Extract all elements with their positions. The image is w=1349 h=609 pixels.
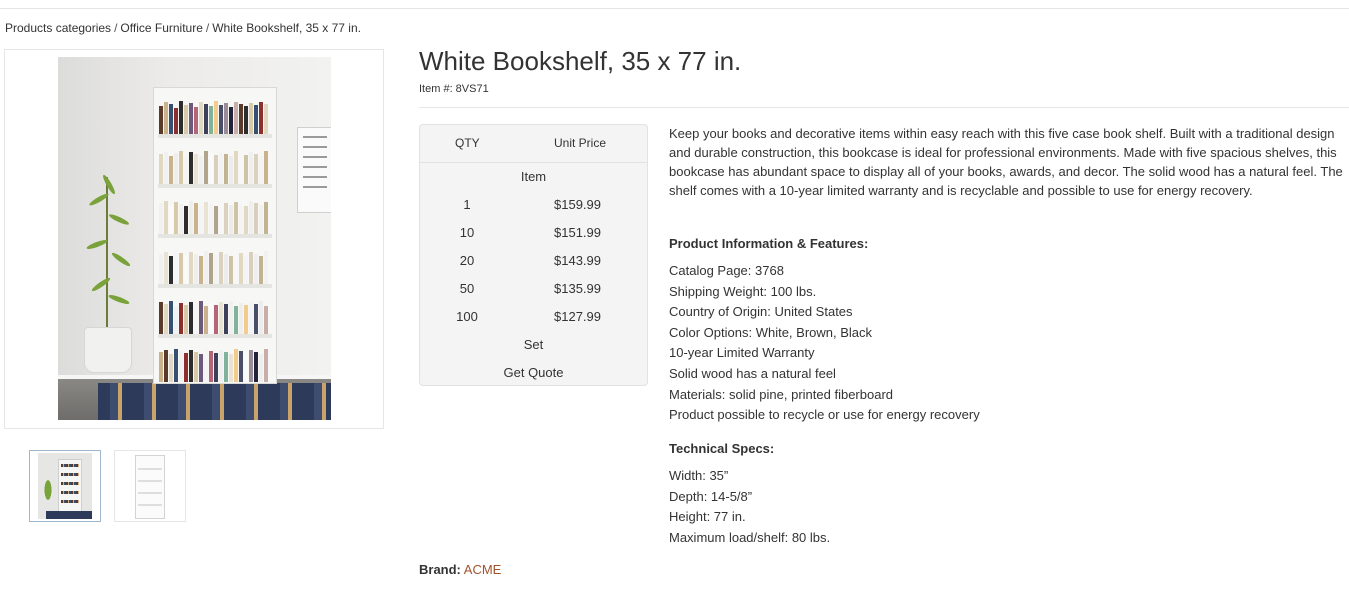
specs-list-item: Width: 35”: [669, 468, 729, 483]
price-row-qty: 50: [459, 281, 475, 296]
shelf: [158, 134, 272, 138]
breadcrumb-separator: /: [205, 21, 210, 35]
price-row-price: $143.99: [554, 253, 601, 268]
breadcrumb: Products categories / Office Furniture / Whi…: [5, 21, 361, 35]
breadcrumb-link-office-furniture[interactable]: Office Furniture: [120, 21, 202, 35]
room-scene-image: [58, 57, 331, 420]
price-row-price: $159.99: [554, 197, 601, 212]
thumbnail-image: [38, 453, 92, 519]
title-divider: [419, 107, 1349, 108]
mini-bookcase: [58, 459, 82, 513]
price-row-qty: 100: [456, 309, 478, 324]
mini-books: [61, 491, 79, 494]
shelf: [158, 334, 272, 338]
price-table: QTY Unit Price Item 1 $159.99 10 $151.99…: [419, 124, 648, 386]
qty-header: QTY: [455, 136, 480, 150]
shelf: [158, 234, 272, 238]
breadcrumb-current: White Bookshelf, 35 x 77 in.: [212, 21, 361, 35]
books-row: [159, 250, 268, 284]
specs-list-item: Height: 77 in.: [669, 509, 746, 525]
books-row: [159, 200, 268, 234]
mini-books: [61, 464, 79, 467]
features-list-item: Solid wood has a natural feel: [669, 365, 836, 381]
price-row-qty: 1: [463, 197, 471, 212]
thumbnail-plain-shelf[interactable]: [114, 450, 186, 522]
specs-title: Technical Specs:: [669, 441, 775, 456]
shelf: [158, 184, 272, 188]
wall-frame-picture: [297, 127, 331, 213]
mini-rug: [46, 511, 92, 519]
features-list-item: Product possible to recycle or use for e…: [669, 407, 980, 423]
features-title: Product Information & Features:: [669, 236, 869, 251]
mini-books: [61, 473, 79, 476]
specs-list-item: Depth: 14-5/8”: [669, 488, 753, 504]
breadcrumb-link-products-categories[interactable]: Products categories: [5, 21, 111, 35]
books-row: [159, 150, 268, 184]
get-quote-link[interactable]: Get Quote: [420, 365, 647, 380]
unit-price-header: Unit Price: [554, 136, 607, 150]
plant-stem: [106, 177, 108, 329]
specs-list-item: Maximum load/shelf: 80 lbs.: [669, 529, 831, 545]
features-list-item: Color Options: White, Brown, Black: [669, 324, 873, 340]
features-list-item: Shipping Weight: 100 lbs.: [669, 283, 817, 299]
breadcrumb-separator: /: [114, 21, 118, 35]
price-set-label: Set: [523, 337, 544, 352]
price-group-label: Item: [520, 169, 547, 184]
plant-pot: [84, 327, 132, 373]
price-row-qty: 20: [459, 253, 475, 268]
item-number: Item #: 8VS71: [419, 83, 489, 95]
thumbnail-styled-room[interactable]: [29, 450, 101, 522]
books-row: [159, 348, 268, 382]
features-list: Catalog Page: 3768 Shipping Weight: 100 …: [669, 261, 980, 426]
shelf: [158, 284, 272, 288]
brand-line: Brand: ACME: [419, 562, 501, 577]
price-row-price: $127.99: [554, 309, 601, 324]
rug: [98, 383, 331, 420]
product-title: White Bookshelf, 35 x 77 in.: [419, 46, 742, 76]
price-table-header: QTY Unit Price: [420, 125, 647, 163]
brand-link[interactable]: ACME: [464, 562, 502, 577]
mini-books: [61, 482, 79, 485]
specs-list: Width: 35” Depth: 14-5/8” Height: 77 in.…: [669, 466, 830, 548]
top-divider: [0, 8, 1349, 9]
brand-label: Brand:: [419, 562, 461, 577]
features-list-item: Materials: solid pine, printed fiberboar…: [669, 386, 894, 402]
features-list-item: 10-year Limited Warranty: [669, 345, 815, 361]
mini-books: [61, 500, 79, 503]
price-row-qty: 10: [459, 225, 475, 240]
product-description: Keep your books and decorative items wit…: [669, 126, 1343, 198]
mini-plant: [42, 473, 54, 507]
bookcase: [153, 87, 277, 384]
books-row: [159, 100, 268, 134]
features-list-item: Catalog Page: 3768: [669, 263, 784, 278]
thumbnail-image: [135, 455, 165, 519]
features-list-item: Country of Origin: United States: [669, 304, 853, 320]
books-row: [159, 300, 268, 334]
price-row-price: $135.99: [554, 281, 601, 296]
main-product-image[interactable]: [4, 49, 384, 429]
price-row-price: $151.99: [554, 225, 601, 240]
